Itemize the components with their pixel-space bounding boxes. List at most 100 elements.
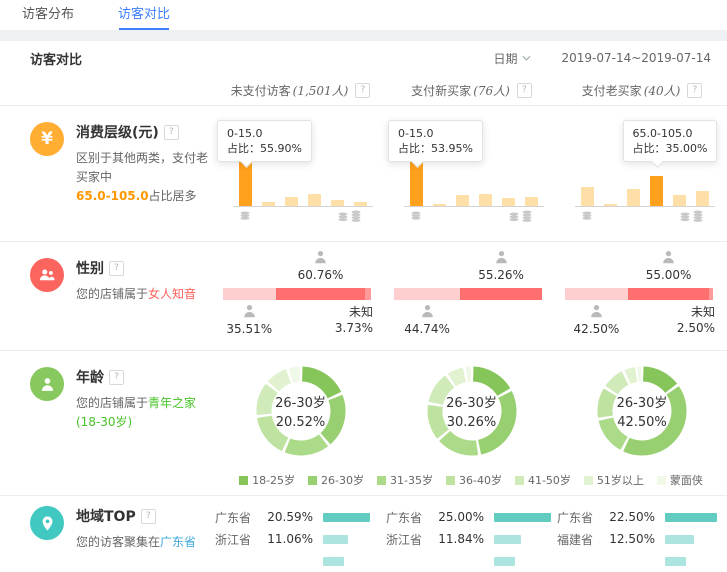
legend-item: 51岁以上 xyxy=(584,472,644,488)
province-pct: 22.50% xyxy=(603,510,655,524)
column-header-old-buyers: 支付老买家(40人)? xyxy=(557,75,727,105)
male-label: 44.74% xyxy=(392,304,462,337)
gender-stacked-bar[interactable] xyxy=(223,288,371,300)
region-bar[interactable] xyxy=(323,513,370,522)
column-title: 未支付访客 xyxy=(231,82,291,99)
section-title-gender: 性别 xyxy=(76,258,104,278)
age-legend: 18-25岁26-30岁31-35岁36-40岁41-50岁51岁以上蒙面侠 xyxy=(215,465,727,495)
consume-bar[interactable] xyxy=(650,176,663,206)
region-bar[interactable] xyxy=(323,535,348,544)
high-price-coins-icon xyxy=(508,210,534,222)
male-label: 42.50% xyxy=(561,304,631,337)
help-icon[interactable]: ? xyxy=(109,370,124,385)
card-header: 访客对比 日期 2019-07-14~2019-07-14 xyxy=(0,41,727,75)
consume-tooltip: 65.0-105.0占比：35.00% xyxy=(623,120,718,162)
consume-bar[interactable] xyxy=(696,191,709,206)
region-bar[interactable] xyxy=(494,513,551,522)
help-icon[interactable]: ? xyxy=(141,509,156,524)
consume-bar[interactable] xyxy=(502,198,515,206)
male-segment[interactable] xyxy=(223,288,276,300)
section-age: 年龄 ? 您的店铺属于青年之家(18-30岁) 26-30岁20.52% 26-… xyxy=(0,350,727,495)
female-label: 55.00% xyxy=(634,250,704,283)
location-pin-icon xyxy=(30,506,64,540)
help-icon[interactable]: ? xyxy=(687,83,702,98)
region-row xyxy=(386,550,557,572)
age-donut-chart[interactable]: 26-30岁20.52% xyxy=(245,355,357,467)
male-segment[interactable] xyxy=(394,288,460,300)
region-bar[interactable] xyxy=(665,535,694,544)
region-row: 广东省25.00% xyxy=(386,506,557,528)
female-label: 55.26% xyxy=(466,250,536,283)
female-segment[interactable] xyxy=(276,288,366,300)
date-dropdown-label: 日期 xyxy=(493,50,517,67)
province-name: 广东省 xyxy=(557,509,603,526)
legend-swatch xyxy=(308,476,317,485)
region-bar[interactable] xyxy=(323,557,344,566)
region-chart-unpaid: 广东省20.59%浙江省11.06% xyxy=(215,496,386,572)
age-donut-chart[interactable]: 26-30岁42.50% xyxy=(586,355,698,467)
x-axis xyxy=(404,206,544,207)
consume-highlight-range: 65.0-105.0 xyxy=(76,189,149,203)
age-donut-unpaid: 26-30岁20.52% xyxy=(215,351,386,465)
gender-stacked-bar[interactable] xyxy=(394,288,542,300)
tab-visitor-distribution[interactable]: 访客分布 xyxy=(22,0,74,30)
female-segment[interactable] xyxy=(460,288,542,300)
help-icon[interactable]: ? xyxy=(109,261,124,276)
donut-center-label: 26-30岁20.52% xyxy=(245,355,357,467)
unknown-segment[interactable] xyxy=(709,288,713,300)
region-highlight: 广东省 xyxy=(160,535,196,549)
age-donut-chart[interactable]: 26-30岁30.26% xyxy=(416,355,528,467)
section-title-region: 地域TOP xyxy=(76,506,136,526)
female-icon xyxy=(634,250,704,268)
region-bar[interactable] xyxy=(494,557,515,566)
column-title: 支付老买家 xyxy=(582,82,642,99)
consume-bar[interactable] xyxy=(456,195,469,206)
region-row: 广东省20.59% xyxy=(215,506,386,528)
province-pct: 20.59% xyxy=(261,510,313,524)
divider-strip xyxy=(0,30,727,41)
male-segment[interactable] xyxy=(565,288,628,300)
gender-stacked-bar[interactable] xyxy=(565,288,713,300)
page-title: 访客对比 xyxy=(30,49,82,68)
consume-bar[interactable] xyxy=(308,194,321,206)
date-dropdown[interactable]: 日期 xyxy=(493,50,531,67)
province-name: 广东省 xyxy=(386,509,432,526)
section-region-top: 地域TOP ? 您的访客聚集在广东省 广东省20.59%浙江省11.06% 广东… xyxy=(0,495,727,557)
consume-bar[interactable] xyxy=(627,189,640,206)
province-name: 福建省 xyxy=(557,531,603,548)
legend-item: 18-25岁 xyxy=(239,472,295,488)
chevron-down-icon xyxy=(522,55,531,61)
help-icon[interactable]: ? xyxy=(517,83,532,98)
region-bar[interactable] xyxy=(665,557,686,566)
region-bar[interactable] xyxy=(494,535,521,544)
region-bar[interactable] xyxy=(665,513,717,522)
province-name: 浙江省 xyxy=(386,531,432,548)
consume-bar[interactable] xyxy=(285,197,298,206)
age-icon xyxy=(30,367,64,401)
section-desc-region: 您的访客聚集在广东省 xyxy=(76,533,196,552)
gender-chart-unpaid: 60.76%35.51%未知3.73% xyxy=(215,242,386,350)
female-segment[interactable] xyxy=(628,288,709,300)
low-price-coin-icon xyxy=(410,211,422,220)
province-pct: 11.06% xyxy=(261,532,313,546)
help-icon[interactable]: ? xyxy=(355,83,370,98)
province-pct: 11.84% xyxy=(432,532,484,546)
consume-bar[interactable] xyxy=(479,194,492,206)
column-header-new-buyers: 支付新买家(76人)? xyxy=(386,75,557,105)
tab-visitor-compare[interactable]: 访客对比 xyxy=(118,0,170,30)
consume-bar[interactable] xyxy=(525,197,538,206)
low-price-coin-icon xyxy=(239,211,251,220)
consume-bar[interactable] xyxy=(581,187,594,206)
region-row: 浙江省11.06% xyxy=(215,528,386,550)
unknown-segment[interactable] xyxy=(365,288,371,300)
date-range-value[interactable]: 2019-07-14~2019-07-14 xyxy=(561,51,711,65)
female-icon xyxy=(286,250,356,268)
donut-center-label: 26-30岁42.50% xyxy=(586,355,698,467)
help-icon[interactable]: ? xyxy=(164,125,179,140)
province-pct: 25.00% xyxy=(432,510,484,524)
column-count: (40人) xyxy=(644,82,681,99)
male-label: 35.51% xyxy=(214,304,284,337)
column-count: (1,501人) xyxy=(293,82,349,99)
region-row xyxy=(215,550,386,572)
consume-bar[interactable] xyxy=(673,195,686,206)
